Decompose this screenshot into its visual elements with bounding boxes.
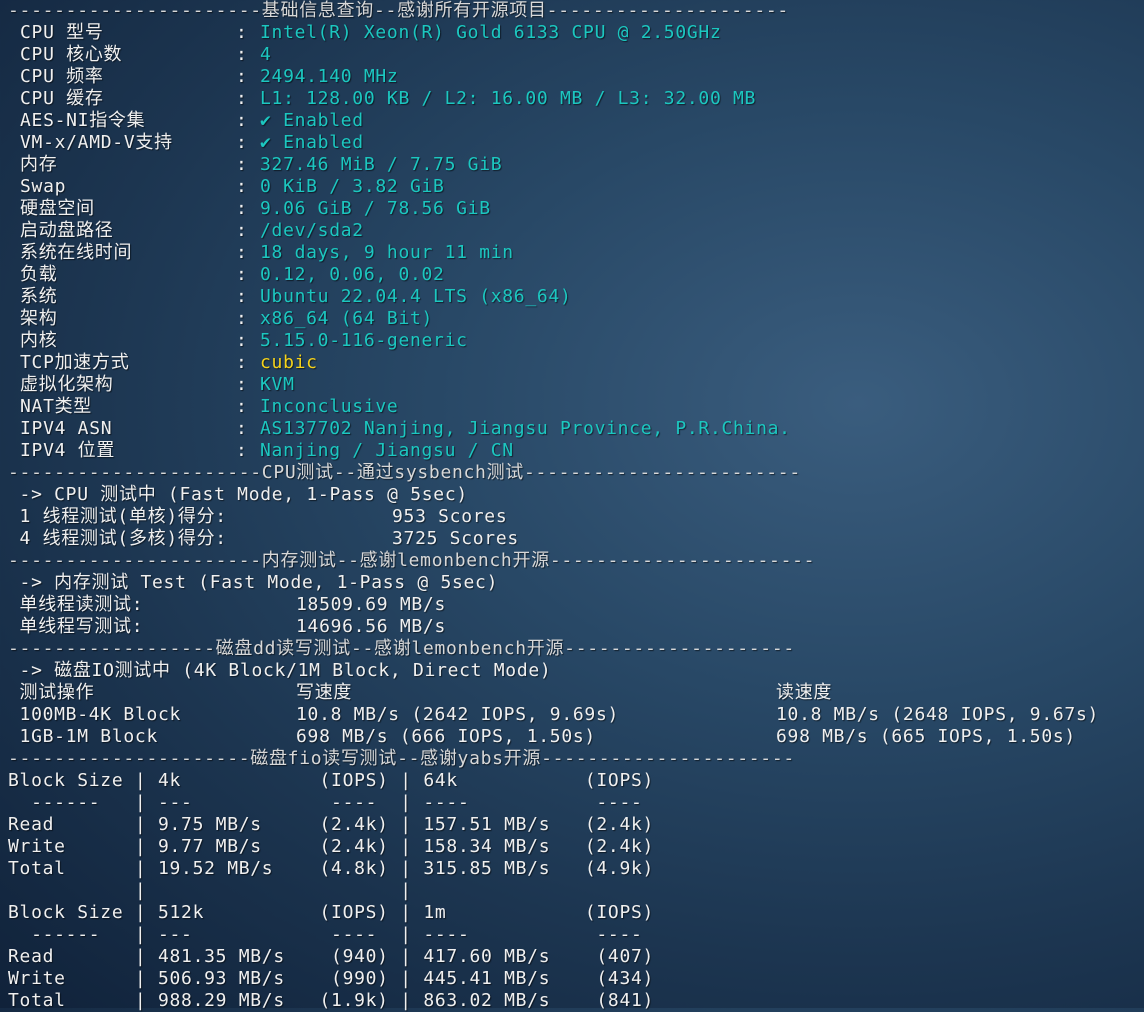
sysinfo-separator: : — [236, 22, 248, 43]
sysinfo-label: TCP加速方式 — [20, 352, 130, 373]
dd-mode-line: -> 磁盘IO测试中 (4K Block/1M Block, Direct Mo… — [8, 660, 552, 681]
sysinfo-separator: : — [236, 374, 248, 395]
dd-row-read: 698 MB/s (665 IOPS, 1.50s) — [776, 726, 1076, 747]
sysinfo-separator: : — [236, 440, 248, 461]
terminal-window: ----------------------基础信息查询--感谢所有开源项目--… — [0, 0, 1144, 1011]
sysinfo-value: Inconclusive — [260, 396, 399, 417]
sysinfo-label: Swap — [20, 176, 67, 197]
sysinfo-label: CPU 核心数 — [20, 44, 123, 65]
mem-read-value: 18509.69 MB/s — [296, 594, 446, 615]
sysinfo-value: AS137702 Nanjing, Jiangsu Province, P.R.… — [260, 418, 791, 439]
sysinfo-label: 内核 — [20, 330, 58, 351]
sysinfo-value: KVM — [260, 374, 295, 395]
sysinfo-label: 硬盘空间 — [20, 198, 95, 219]
sysinfo-value: Intel(R) Xeon(R) Gold 6133 CPU @ 2.50GHz — [260, 22, 722, 43]
fio-table-row: ------ | --- ---- | ---- ---- — [8, 924, 643, 945]
sysinfo-separator: : — [236, 198, 248, 219]
sysinfo-value: 0 KiB / 3.82 GiB — [260, 176, 445, 197]
fio-table-row: Write | 506.93 MB/s (990) | 445.41 MB/s … — [8, 968, 655, 989]
cpu-single-value: 953 Scores — [392, 506, 508, 527]
sysinfo-label: CPU 型号 — [20, 22, 104, 43]
fio-table-row: Block Size | 4k (IOPS) | 64k (IOPS) — [8, 770, 655, 791]
section-header-mem: ----------------------内存测试--感谢lemonbench… — [8, 550, 816, 571]
fio-table-row: Total | 988.29 MB/s (1.9k) | 863.02 MB/s… — [8, 990, 655, 1011]
sysinfo-separator: : — [236, 110, 248, 131]
sysinfo-value: L1: 128.00 KB / L2: 16.00 MB / L3: 32.00… — [260, 88, 757, 109]
sysinfo-separator: : — [236, 330, 248, 351]
section-header-disk-dd: ------------------磁盘dd读写测试--感谢lemonbench… — [8, 638, 795, 659]
sysinfo-separator: : — [236, 418, 248, 439]
mem-write-label: 单线程写测试: — [8, 616, 144, 637]
sysinfo-separator: : — [236, 308, 248, 329]
dd-row-op: 1GB-1M Block — [8, 726, 158, 747]
sysinfo-separator: : — [236, 220, 248, 241]
sysinfo-value: x86_64 (64 Bit) — [260, 308, 434, 329]
sysinfo-separator: : — [236, 396, 248, 417]
dd-header-op: 测试操作 — [8, 682, 95, 703]
sysinfo-value: 9.06 GiB / 78.56 GiB — [260, 198, 491, 219]
cpu-single-label: 1 线程测试(单核)得分: — [8, 506, 227, 527]
sysinfo-value: 327.46 MiB / 7.75 GiB — [260, 154, 503, 175]
sysinfo-value: 5.15.0-116-generic — [260, 330, 468, 351]
sysinfo-value: 0.12, 0.06, 0.02 — [260, 264, 445, 285]
sysinfo-label: 启动盘路径 — [20, 220, 114, 241]
sysinfo-label: IPV4 ASN — [20, 418, 113, 439]
section-header-basic: ----------------------基础信息查询--感谢所有开源项目--… — [8, 0, 789, 21]
cpu-multi-value: 3725 Scores — [392, 528, 519, 549]
sysinfo-value: Ubuntu 22.04.4 LTS (x86_64) — [260, 286, 572, 307]
dd-header-write: 写速度 — [296, 682, 353, 703]
sysinfo-separator: : — [236, 132, 248, 153]
sysinfo-label: 内存 — [20, 154, 58, 175]
sysinfo-separator: : — [236, 88, 248, 109]
fio-table-row: Read | 481.35 MB/s (940) | 417.60 MB/s (… — [8, 946, 655, 967]
sysinfo-separator: : — [236, 286, 248, 307]
sysinfo-label: NAT类型 — [20, 396, 93, 417]
sysinfo-label: 虚拟化架构 — [20, 374, 114, 395]
sysinfo-label: AES-NI指令集 — [20, 110, 146, 131]
sysinfo-separator: : — [236, 352, 248, 373]
sysinfo-value: ✔ Enabled — [260, 132, 364, 153]
fio-table-row: | | — [8, 880, 412, 901]
dd-row-write: 698 MB/s (666 IOPS, 1.50s) — [296, 726, 596, 747]
sysinfo-label: CPU 频率 — [20, 66, 104, 87]
sysinfo-value: 4 — [260, 44, 272, 65]
sysinfo-label: 负载 — [20, 264, 58, 285]
sysinfo-label: IPV4 位置 — [20, 440, 116, 461]
fio-table-row: ------ | --- ---- | ---- ---- — [8, 792, 643, 813]
section-header-disk-fio: ---------------------磁盘fio读写测试--感谢yabs开源… — [8, 748, 795, 769]
sysinfo-separator: : — [236, 154, 248, 175]
fio-table-row: Total | 19.52 MB/s (4.8k) | 315.85 MB/s … — [8, 858, 655, 879]
mem-mode-line: -> 内存测试 Test (Fast Mode, 1-Pass @ 5sec) — [8, 572, 499, 593]
sysinfo-value: ✔ Enabled — [260, 110, 364, 131]
sysinfo-value: /dev/sda2 — [260, 220, 364, 241]
sysinfo-label: VM-x/AMD-V支持 — [20, 132, 173, 153]
sysinfo-value: 2494.140 MHz — [260, 66, 399, 87]
dd-row-write: 10.8 MB/s (2642 IOPS, 9.69s) — [296, 704, 620, 725]
mem-read-label: 单线程读测试: — [8, 594, 144, 615]
fio-table-row: Read | 9.75 MB/s (2.4k) | 157.51 MB/s (2… — [8, 814, 655, 835]
cpu-mode-line: -> CPU 测试中 (Fast Mode, 1-Pass @ 5sec) — [8, 484, 468, 505]
dd-row-op: 100MB-4K Block — [8, 704, 182, 725]
sysinfo-label: CPU 缓存 — [20, 88, 104, 109]
mem-write-value: 14696.56 MB/s — [296, 616, 446, 637]
sysinfo-label: 系统 — [20, 286, 58, 307]
fio-table-row: Block Size | 512k (IOPS) | 1m (IOPS) — [8, 902, 655, 923]
cpu-multi-label: 4 线程测试(多核)得分: — [8, 528, 227, 549]
sysinfo-separator: : — [236, 66, 248, 87]
dd-header-read: 读速度 — [776, 682, 833, 703]
sysinfo-value: cubic — [260, 352, 318, 373]
sysinfo-separator: : — [236, 242, 248, 263]
sysinfo-label: 架构 — [20, 308, 58, 329]
sysinfo-separator: : — [236, 176, 248, 197]
section-header-cpu: ----------------------CPU测试--通过sysbench测… — [8, 462, 801, 483]
fio-table-row: Write | 9.77 MB/s (2.4k) | 158.34 MB/s (… — [8, 836, 655, 857]
sysinfo-value: 18 days, 9 hour 11 min — [260, 242, 514, 263]
sysinfo-value: Nanjing / Jiangsu / CN — [260, 440, 514, 461]
sysinfo-separator: : — [236, 44, 248, 65]
sysinfo-separator: : — [236, 264, 248, 285]
dd-row-read: 10.8 MB/s (2648 IOPS, 9.67s) — [776, 704, 1100, 725]
sysinfo-label: 系统在线时间 — [20, 242, 133, 263]
